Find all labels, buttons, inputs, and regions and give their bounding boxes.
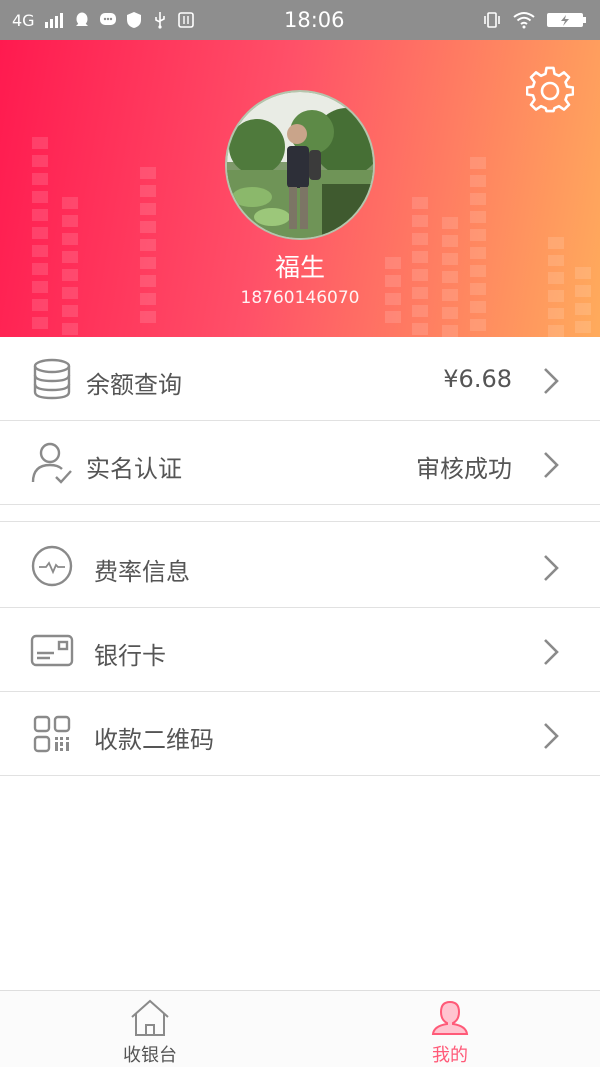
user-name: 福生 [274, 253, 325, 282]
chevron-right-icon [544, 555, 559, 581]
chevron-right-icon [544, 452, 559, 478]
qr-code-icon [33, 715, 71, 753]
phone-screen: 4G 18:06 福生 18760146070 余额查询 ¥6.68 实名认证 … [0, 0, 600, 1067]
network-type: 4G [12, 10, 35, 30]
decor-bars [470, 157, 486, 337]
bank-card-icon [30, 634, 74, 667]
status-bar: 4G 18:06 [0, 0, 600, 40]
menu-label: 银行卡 [94, 642, 166, 670]
menu-group-services: 费率信息 银行卡 收款二维码 [0, 524, 600, 776]
menu-label: 余额查询 [86, 371, 182, 399]
section-divider [0, 505, 600, 522]
tab-label: 我的 [432, 1045, 468, 1066]
tab-mine[interactable]: 我的 [300, 991, 600, 1067]
profile-header: 福生 18760146070 [0, 40, 600, 337]
chat-icon [99, 13, 116, 25]
menu-item-balance[interactable]: 余额查询 ¥6.68 [0, 337, 600, 421]
menu-item-bank-card[interactable]: 银行卡 [0, 608, 600, 692]
clock: 18:06 [284, 8, 345, 32]
menu-label: 实名认证 [86, 455, 182, 483]
vibrate-icon [484, 12, 500, 28]
status-right [482, 11, 588, 29]
menu-label: 收款二维码 [94, 726, 214, 754]
pulse-icon [31, 545, 73, 587]
person-icon [431, 1000, 469, 1035]
bottom-tab-bar: 收银台 我的 [0, 990, 600, 1067]
chevron-right-icon [544, 639, 559, 665]
shield-icon [126, 12, 141, 28]
battery-icon [547, 13, 586, 27]
settings-gear-icon[interactable] [526, 66, 574, 114]
menu-group-account: 余额查询 ¥6.68 实名认证 审核成功 [0, 337, 600, 522]
database-icon [33, 358, 71, 400]
tab-label: 收银台 [123, 1045, 177, 1066]
qq-icon [75, 12, 88, 26]
wifi-icon [513, 12, 535, 29]
user-phone: 18760146070 [240, 288, 360, 308]
user-verified-icon [31, 442, 72, 484]
menu-item-qr-code[interactable]: 收款二维码 [0, 692, 600, 776]
avatar[interactable] [225, 90, 375, 240]
verification-status: 审核成功 [416, 455, 512, 483]
usb-debug-icon [177, 12, 194, 28]
menu-item-verification[interactable]: 实名认证 审核成功 [0, 421, 600, 505]
menu-label: 费率信息 [94, 558, 190, 586]
avatar-photo [227, 92, 373, 238]
status-left: 4G [12, 11, 262, 30]
tab-cashier[interactable]: 收银台 [0, 991, 300, 1067]
chevron-right-icon [544, 368, 559, 394]
usb-icon [154, 12, 165, 29]
home-icon [131, 999, 169, 1036]
signal-icon [44, 13, 63, 28]
menu-item-rate-info[interactable]: 费率信息 [0, 524, 600, 608]
chevron-right-icon [544, 723, 559, 749]
balance-value: ¥6.68 [443, 365, 512, 393]
